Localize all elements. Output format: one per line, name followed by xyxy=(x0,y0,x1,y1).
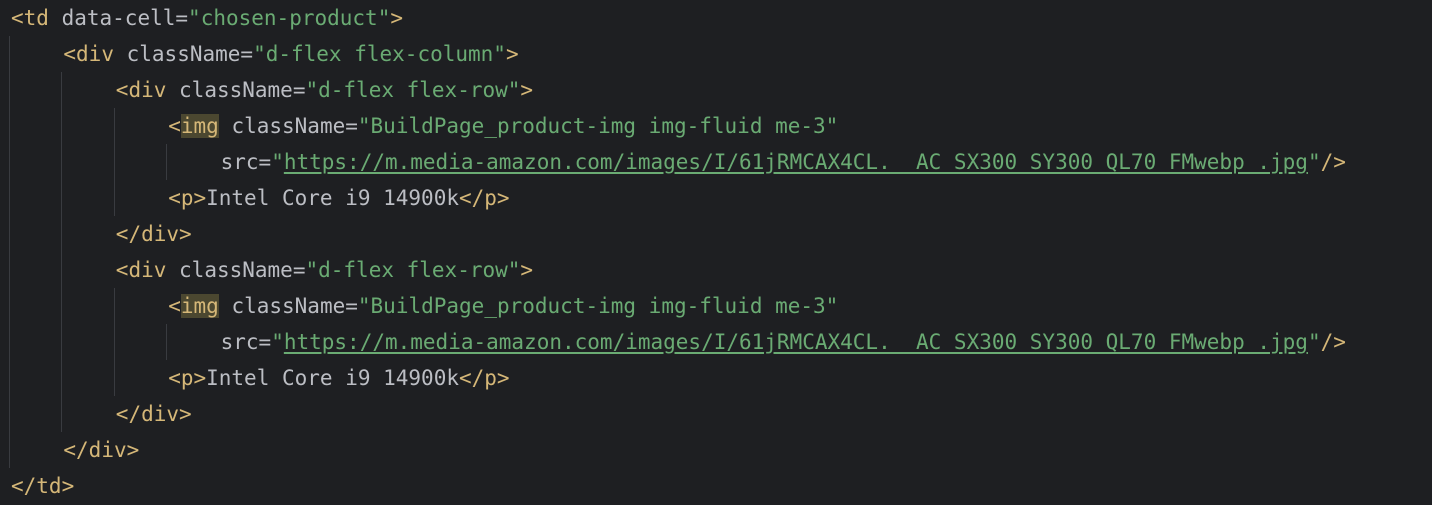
tag-token: > xyxy=(390,6,403,30)
tag-token: < xyxy=(168,114,181,138)
code-line[interactable]: </div> xyxy=(63,432,139,468)
tag-token: <p> xyxy=(168,366,207,390)
string-value: " xyxy=(1307,150,1321,174)
attribute-name: className xyxy=(179,258,293,282)
text-content xyxy=(219,294,232,318)
code-line[interactable]: <p>Intel Core i9 14900k</p> xyxy=(168,180,509,216)
indent-guide xyxy=(166,144,168,180)
text-content xyxy=(49,6,62,30)
string-value: "d-flex flex-column" xyxy=(253,42,506,66)
code-line[interactable]: <img className="BuildPage_product-img im… xyxy=(168,108,838,144)
attribute-name: className xyxy=(179,78,293,102)
indent-guide xyxy=(166,324,168,360)
equals-sign: = xyxy=(258,330,272,354)
string-value: "d-flex flex-row" xyxy=(305,258,521,282)
attribute-name: className xyxy=(231,114,346,138)
tag-token: > xyxy=(505,42,519,66)
code-line[interactable]: <p>Intel Core i9 14900k</p> xyxy=(168,360,509,396)
tag-token: <div xyxy=(63,42,114,66)
code-line[interactable]: <div className="d-flex flex-column"> xyxy=(63,36,518,72)
tag-token: > xyxy=(520,258,534,282)
code-line[interactable]: src="https://m.media-amazon.com/images/I… xyxy=(221,324,1346,360)
code-line[interactable]: src="https://m.media-amazon.com/images/I… xyxy=(221,144,1346,180)
tag-token: </div> xyxy=(63,438,140,462)
code-editor[interactable]: <td data-cell="chosen-product"> <div clas… xyxy=(0,0,1432,505)
equals-sign: = xyxy=(292,78,306,102)
tag-token: <p> xyxy=(168,186,207,210)
tag-token: /> xyxy=(1320,150,1346,174)
code-line[interactable]: </div> xyxy=(116,396,192,432)
url-link[interactable]: https://m.media-amazon.com/images/I/61jR… xyxy=(284,150,1308,174)
attribute-name: data-cell xyxy=(61,6,176,30)
indent-guide xyxy=(9,36,10,468)
string-value: " xyxy=(1307,330,1321,354)
text-content: Intel Core i9 14900k xyxy=(206,186,459,210)
string-value: "BuildPage_product-img img-fluid me-3" xyxy=(357,114,839,138)
code-line[interactable]: <td data-cell="chosen-product"> xyxy=(11,0,403,36)
tag-token: <td xyxy=(11,6,49,30)
text-content xyxy=(166,258,179,282)
tag-token: </p> xyxy=(459,186,510,210)
string-value: " xyxy=(271,330,284,354)
string-value: "d-flex flex-row" xyxy=(305,78,521,102)
tag-token: < xyxy=(168,294,181,318)
indent-guide xyxy=(61,72,63,432)
indent-guide xyxy=(113,288,115,396)
tag-token: > xyxy=(520,78,534,102)
code-line[interactable]: <img className="BuildPage_product-img im… xyxy=(168,288,838,324)
code-line[interactable]: </div> xyxy=(116,216,192,252)
code-line[interactable]: <div className="d-flex flex-row"> xyxy=(116,252,533,288)
attribute-name: className xyxy=(126,42,241,66)
equals-sign: = xyxy=(240,42,254,66)
equals-sign: = xyxy=(345,294,358,318)
attribute-name: src xyxy=(220,330,259,354)
string-value: "BuildPage_product-img img-fluid me-3" xyxy=(357,294,839,318)
tag-token: /> xyxy=(1320,330,1346,354)
equals-sign: = xyxy=(175,6,189,30)
tag-token: </div> xyxy=(115,222,192,246)
tag-token: </td> xyxy=(11,474,75,498)
string-value: "chosen-product" xyxy=(188,6,391,30)
tag-token: </p> xyxy=(459,366,510,390)
indent-guide xyxy=(113,108,115,216)
highlighted-tag-token: img xyxy=(180,114,219,138)
code-line[interactable]: </td> xyxy=(11,468,74,504)
url-link[interactable]: https://m.media-amazon.com/images/I/61jR… xyxy=(284,330,1308,354)
attribute-name: src xyxy=(220,150,259,174)
code-line[interactable]: <div className="d-flex flex-row"> xyxy=(116,72,533,108)
equals-sign: = xyxy=(292,258,306,282)
tag-token: </div> xyxy=(115,402,192,426)
text-content: Intel Core i9 14900k xyxy=(206,366,459,390)
text-content xyxy=(114,42,127,66)
string-value: " xyxy=(271,150,284,174)
text-content xyxy=(166,78,179,102)
tag-token: <div xyxy=(115,258,167,282)
equals-sign: = xyxy=(258,150,272,174)
tag-token: <div xyxy=(115,78,167,102)
highlighted-tag-token: img xyxy=(180,294,219,318)
text-content xyxy=(219,114,232,138)
equals-sign: = xyxy=(345,114,358,138)
attribute-name: className xyxy=(231,294,346,318)
